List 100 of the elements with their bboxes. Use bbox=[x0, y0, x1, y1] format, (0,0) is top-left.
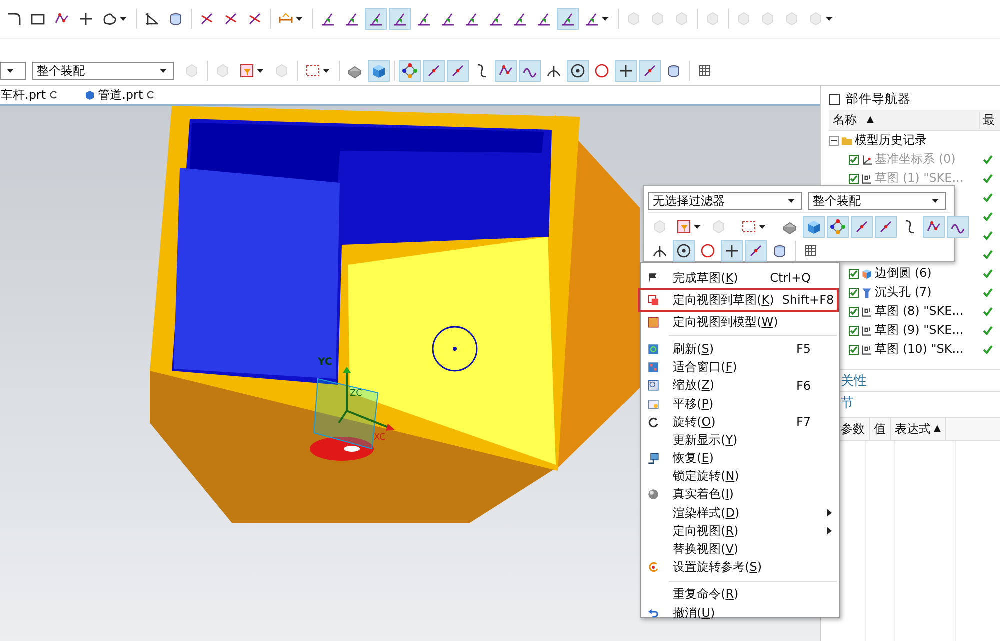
column-header[interactable]: 值 bbox=[874, 420, 886, 438]
checkbox[interactable] bbox=[849, 326, 859, 336]
menu-item[interactable]: 渲染样式(D) bbox=[643, 504, 837, 522]
column-header[interactable]: 最 bbox=[979, 112, 1000, 128]
view-icon bbox=[647, 316, 660, 329]
reload-icon bbox=[146, 90, 156, 100]
axis-label: ZC bbox=[350, 389, 362, 399]
dropdown[interactable] bbox=[0, 62, 26, 80]
sort-indicator: ▲ bbox=[867, 115, 874, 125]
menu-item[interactable]: 设置旋转参考(S) bbox=[643, 558, 837, 577]
menu-item[interactable]: 完成草图(K) Ctrl+Q bbox=[643, 269, 837, 288]
reload-icon bbox=[49, 90, 60, 100]
cube-icon bbox=[861, 268, 873, 280]
sketch-tool-icon[interactable] bbox=[557, 8, 579, 30]
tree-item[interactable]: 草图 (9) "SKE... bbox=[875, 322, 964, 339]
menu-item[interactable]: 定向视图到草图(K) Shift+F8 bbox=[640, 290, 837, 310]
zoom-icon bbox=[647, 379, 660, 392]
cross-icon[interactable] bbox=[721, 240, 743, 262]
caret-icon[interactable] bbox=[788, 199, 795, 203]
file-tab[interactable]: 车杆.prt bbox=[1, 86, 60, 104]
nodes-icon[interactable] bbox=[399, 60, 421, 82]
collapse-icon[interactable] bbox=[829, 136, 839, 146]
center-point-icon[interactable] bbox=[673, 240, 695, 262]
submenu-arrow-icon bbox=[827, 527, 832, 536]
tree-item[interactable]: 沉头孔 (7) bbox=[875, 284, 932, 301]
caret-icon[interactable] bbox=[932, 199, 939, 203]
panel-title: 部件导航器 bbox=[846, 90, 911, 108]
window-icon bbox=[829, 94, 840, 104]
column-header[interactable]: 参数 bbox=[841, 420, 865, 438]
hole-icon bbox=[861, 286, 873, 298]
folder-icon bbox=[841, 134, 853, 146]
section-header[interactable]: 关性 bbox=[841, 372, 867, 390]
filter-icon bbox=[239, 63, 255, 79]
sketch-tool-icon[interactable] bbox=[389, 8, 411, 30]
axis-label: XC bbox=[374, 433, 386, 443]
tree-item[interactable]: 模型历史记录 bbox=[855, 132, 927, 149]
filter-icon bbox=[676, 219, 692, 235]
menu-item[interactable]: 替换视图(V) bbox=[643, 540, 837, 559]
view-icon bbox=[647, 294, 660, 307]
tree-item[interactable]: 草图 (10) "SK... bbox=[875, 341, 964, 358]
caret-icon bbox=[296, 17, 303, 21]
sketch-tool-icon bbox=[584, 11, 600, 27]
cross-icon[interactable] bbox=[615, 60, 637, 82]
curve-shape-icon bbox=[102, 11, 118, 27]
polyline-icon[interactable] bbox=[923, 216, 945, 238]
sketch-tool-icon[interactable] bbox=[365, 8, 387, 30]
sphere-icon bbox=[647, 488, 660, 502]
caret-icon[interactable] bbox=[7, 69, 14, 73]
menu-item[interactable]: 定向视图(R) bbox=[643, 522, 837, 540]
rotate-icon bbox=[647, 416, 660, 429]
menu-item[interactable]: 锁定旋转(N) bbox=[643, 468, 837, 486]
menu-item[interactable]: 撤消(U) bbox=[643, 604, 837, 622]
tree-item[interactable]: 草图 (8) "SKE... bbox=[875, 303, 964, 320]
sort-indicator: ▲ bbox=[934, 424, 941, 434]
checkbox[interactable] bbox=[849, 344, 859, 354]
polyline-icon[interactable] bbox=[495, 60, 517, 82]
coordinate-system-icon bbox=[861, 154, 873, 166]
rotation-point-icon bbox=[647, 561, 660, 574]
wave-icon[interactable] bbox=[519, 60, 541, 82]
menu-item[interactable]: 适合窗口(F) bbox=[643, 358, 837, 377]
wave-icon[interactable] bbox=[947, 216, 969, 238]
menu-item[interactable]: 定向视图到模型(W) bbox=[643, 313, 837, 332]
assembly-dropdown[interactable]: 整个装配 bbox=[32, 62, 174, 80]
caret-icon bbox=[257, 69, 264, 73]
checkbox[interactable] bbox=[849, 154, 859, 164]
caret-icon bbox=[694, 225, 701, 229]
menu-item[interactable]: 更新显示(Y) bbox=[643, 431, 837, 450]
menu-item[interactable]: 平移(P) bbox=[643, 394, 837, 414]
cube-icon[interactable] bbox=[803, 216, 825, 238]
caret-icon[interactable] bbox=[160, 69, 167, 73]
assembly-dropdown[interactable]: 整个装配 bbox=[808, 192, 946, 210]
cube-icon[interactable] bbox=[368, 60, 390, 82]
checkbox[interactable] bbox=[849, 268, 859, 278]
axis-label: YC bbox=[318, 357, 332, 368]
menu-item[interactable]: 恢复(E) bbox=[643, 450, 837, 468]
part-icon bbox=[85, 90, 96, 100]
menu-item[interactable]: 真实着色(I) bbox=[643, 486, 837, 504]
sketch-icon bbox=[861, 172, 873, 184]
caret-icon bbox=[759, 225, 766, 229]
submenu-arrow-icon bbox=[827, 509, 832, 518]
refresh-icon bbox=[647, 342, 660, 356]
sketch-icon bbox=[861, 344, 873, 356]
caret-icon bbox=[323, 69, 330, 73]
file-tab[interactable]: 管道.prt bbox=[85, 86, 156, 104]
tree-item[interactable]: 边倒圆 (6) bbox=[875, 265, 932, 282]
column-header[interactable]: 名称 bbox=[833, 112, 857, 128]
nodes-icon[interactable] bbox=[827, 216, 849, 238]
menu-item[interactable]: 重复命令(R) bbox=[643, 586, 837, 604]
checkbox[interactable] bbox=[849, 306, 859, 316]
filter-dropdown[interactable]: 无选择过滤器 bbox=[648, 192, 802, 210]
section-header[interactable]: 节 bbox=[841, 394, 854, 412]
column-header[interactable]: 表达式 bbox=[895, 420, 931, 438]
checkbox[interactable] bbox=[849, 174, 859, 184]
menu-item[interactable]: 缩放(Z) F6 bbox=[643, 376, 837, 395]
center-point-icon[interactable] bbox=[567, 60, 589, 82]
sketch-icon bbox=[861, 306, 873, 318]
restore-icon bbox=[647, 452, 660, 466]
menu-item[interactable]: 旋转(O) F7 bbox=[643, 413, 837, 432]
menu-item[interactable]: 刷新(S) F5 bbox=[643, 340, 837, 359]
checkbox[interactable] bbox=[849, 288, 859, 298]
